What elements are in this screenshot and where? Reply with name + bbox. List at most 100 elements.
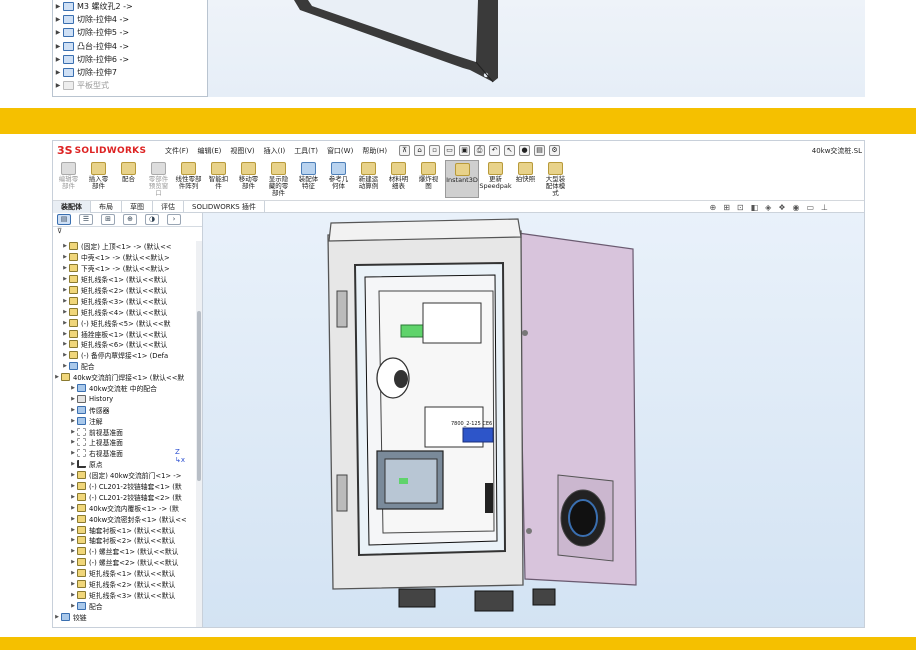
tree-item[interactable]: ▶ 下壳<1> -> (默认<<默认>	[53, 263, 199, 274]
scrollbar-thumb[interactable]	[197, 311, 201, 481]
expand-arrow-icon[interactable]: ▶	[69, 527, 77, 533]
command-tab[interactable]: 装配体	[53, 200, 91, 213]
hide-show-icon[interactable]: ◉	[792, 203, 799, 212]
ribbon-button[interactable]: 材料明 细表	[385, 160, 412, 190]
ribbon-button[interactable]: 拍快照	[512, 160, 539, 183]
tree-item[interactable]: ▶ 铰链	[53, 611, 199, 622]
top-tree-item[interactable]: ▶ 切除-拉伸4 ->	[53, 13, 207, 26]
menu-item[interactable]: 帮助(H)	[362, 146, 387, 156]
ribbon-button[interactable]: 零部件 预览窗 口	[145, 160, 172, 197]
top-tree-item[interactable]: ▶ M3 螺纹孔2 ->	[53, 0, 207, 13]
undo-icon[interactable]: ↶	[489, 145, 501, 156]
home-icon[interactable]: ⌂	[414, 145, 426, 156]
scene-icon[interactable]: ⊥	[821, 203, 828, 212]
ribbon-button[interactable]: 大型装 配体模 式	[542, 160, 569, 197]
tree-item[interactable]: ▶ (-) CL201-2铰链轴套<1> (默	[53, 481, 199, 492]
command-tab[interactable]: 评估	[153, 200, 184, 213]
tree-item[interactable]: ▶ 40kw交流内覆板<1> -> (默	[53, 502, 199, 513]
expand-arrow-icon[interactable]: ▶	[69, 472, 77, 478]
ribbon-button[interactable]: 插入零 部件	[85, 160, 112, 190]
expand-arrow-icon[interactable]: ▶	[69, 592, 77, 598]
expand-arrow-icon[interactable]: ▶	[53, 16, 63, 23]
traffic-light-icon[interactable]: ●	[519, 145, 531, 156]
options-gear-icon[interactable]: ⚙	[549, 145, 561, 156]
view-orientation-icon[interactable]: ◈	[765, 203, 771, 212]
tree-item[interactable]: ▶ 矩扎线条<6> (默认<<默认	[53, 339, 199, 350]
tree-item[interactable]: ▶ 前视基准面	[53, 426, 199, 437]
charging-pile-model[interactable]: 7800_2-125 CE6	[203, 213, 865, 628]
expand-arrow-icon[interactable]: ▶	[69, 559, 77, 565]
expand-arrow-icon[interactable]: ▶	[53, 56, 63, 63]
tree-item[interactable]: ▶ 矩扎线条<1> (默认<<默认	[53, 568, 199, 579]
display-manager-tab-icon[interactable]: ◑	[145, 214, 159, 225]
zoom-area-icon[interactable]: ⊞	[723, 203, 730, 212]
display-style-icon[interactable]: ❖	[778, 203, 785, 212]
expand-arrow-icon[interactable]: ▶	[53, 69, 63, 76]
expand-arrow-icon[interactable]: ▶	[69, 537, 77, 543]
expand-arrow-icon[interactable]: ▶	[61, 287, 69, 293]
tree-scrollbar[interactable]	[196, 241, 202, 627]
menu-item[interactable]: 插入(I)	[264, 146, 286, 156]
tree-item[interactable]: ▶ 矩扎线条<4> (默认<<默认	[53, 306, 199, 317]
graphics-viewport[interactable]: 7800_2-125 CE6	[203, 213, 865, 628]
feature-tree-tab-icon[interactable]: ▤	[57, 214, 71, 225]
expand-arrow-icon[interactable]: ▶	[53, 614, 61, 620]
expand-arrow-icon[interactable]: ▶	[69, 505, 77, 511]
tree-item[interactable]: ▶ 传感器	[53, 404, 199, 415]
dimxpert-tab-icon[interactable]: ⊕	[123, 214, 137, 225]
rebuild-icon[interactable]: ▤	[534, 145, 546, 156]
expand-arrow-icon[interactable]: ▶	[53, 43, 63, 50]
ribbon-button[interactable]: 装配体 特征	[295, 160, 322, 190]
top-tree-item[interactable]: ▶ 平板型式	[53, 79, 207, 92]
menu-item[interactable]: 文件(F)	[165, 146, 189, 156]
tree-item[interactable]: ▶ 注解	[53, 415, 199, 426]
top-tree-item[interactable]: ▶ 凸台-拉伸4 ->	[53, 40, 207, 53]
pin-icon[interactable]: ⊼	[399, 145, 411, 156]
expand-panel-icon[interactable]: ›	[167, 214, 181, 225]
tree-item[interactable]: ▶ (-) 螺丝套<2> (默认<<默认	[53, 557, 199, 568]
filter-icon[interactable]: ⊽	[57, 227, 62, 235]
expand-arrow-icon[interactable]: ▶	[53, 3, 63, 10]
ribbon-button[interactable]: 更新 Speedpak	[479, 160, 512, 190]
save-icon[interactable]: ▣	[459, 145, 471, 156]
expand-arrow-icon[interactable]: ▶	[61, 341, 69, 347]
tree-item[interactable]: ▶ (-) 螺丝套<1> (默认<<默认	[53, 546, 199, 557]
tree-item[interactable]: ▶ 矩扎线条<3> (默认<<默认	[53, 590, 199, 601]
tree-item[interactable]: ▶ (-) CL201-2铰链轴套<2> (默	[53, 491, 199, 502]
tree-item[interactable]: ▶ (-) 备停内覃焊接<1> (Defa	[53, 350, 199, 361]
expand-arrow-icon[interactable]: ▶	[69, 418, 77, 424]
expand-arrow-icon[interactable]: ▶	[61, 363, 69, 369]
tree-item[interactable]: ▶ 轴套衬板<1> (默认<<默认	[53, 524, 199, 535]
tree-item[interactable]: ▶ 轴套衬板<2> (默认<<默认	[53, 535, 199, 546]
expand-arrow-icon[interactable]: ▶	[61, 298, 69, 304]
top-tree-item[interactable]: ▶ 切除-拉伸7	[53, 66, 207, 79]
ribbon-button[interactable]: 参考几 何体	[325, 160, 352, 190]
tree-item[interactable]: ▶ 40kw交流前门焊接<1> (默认<<默	[53, 372, 199, 383]
open-folder-icon[interactable]: ▭	[444, 145, 456, 156]
expand-arrow-icon[interactable]: ▶	[61, 265, 69, 271]
tree-item[interactable]: ▶ 中壳<1> -> (默认<<默认>	[53, 252, 199, 263]
expand-arrow-icon[interactable]: ▶	[69, 570, 77, 576]
menu-item[interactable]: 视图(V)	[230, 146, 254, 156]
new-file-icon[interactable]: ▫	[429, 145, 441, 156]
ribbon-button[interactable]: 线性零部 件阵列	[175, 160, 202, 190]
tree-item[interactable]: ▶ 40kw交流桩 中的配合	[53, 383, 199, 394]
expand-arrow-icon[interactable]: ▶	[61, 331, 69, 337]
ribbon-button[interactable]: 移动零 部件	[235, 160, 262, 190]
tree-item[interactable]: ▶ 上视基准面	[53, 437, 199, 448]
expand-arrow-icon[interactable]: ▶	[69, 483, 77, 489]
top-tree-item[interactable]: ▶ 切除-拉伸6 ->	[53, 53, 207, 66]
expand-arrow-icon[interactable]: ▶	[69, 581, 77, 587]
previous-view-icon[interactable]: ⊡	[737, 203, 744, 212]
tree-item[interactable]: ▶ 配合	[53, 361, 199, 372]
tree-item[interactable]: ▶ 矩扎线条<2> (默认<<默认	[53, 285, 199, 296]
configuration-tab-icon[interactable]: ⊞	[101, 214, 115, 225]
tree-item[interactable]: ▶ History	[53, 393, 199, 404]
expand-arrow-icon[interactable]: ▶	[69, 396, 77, 402]
expand-arrow-icon[interactable]: ▶	[69, 429, 77, 435]
expand-arrow-icon[interactable]: ▶	[69, 494, 77, 500]
expand-arrow-icon[interactable]: ▶	[61, 276, 69, 282]
appearance-icon[interactable]: ▭	[806, 203, 814, 212]
expand-arrow-icon[interactable]: ▶	[61, 243, 69, 249]
expand-arrow-icon[interactable]: ▶	[69, 385, 77, 391]
